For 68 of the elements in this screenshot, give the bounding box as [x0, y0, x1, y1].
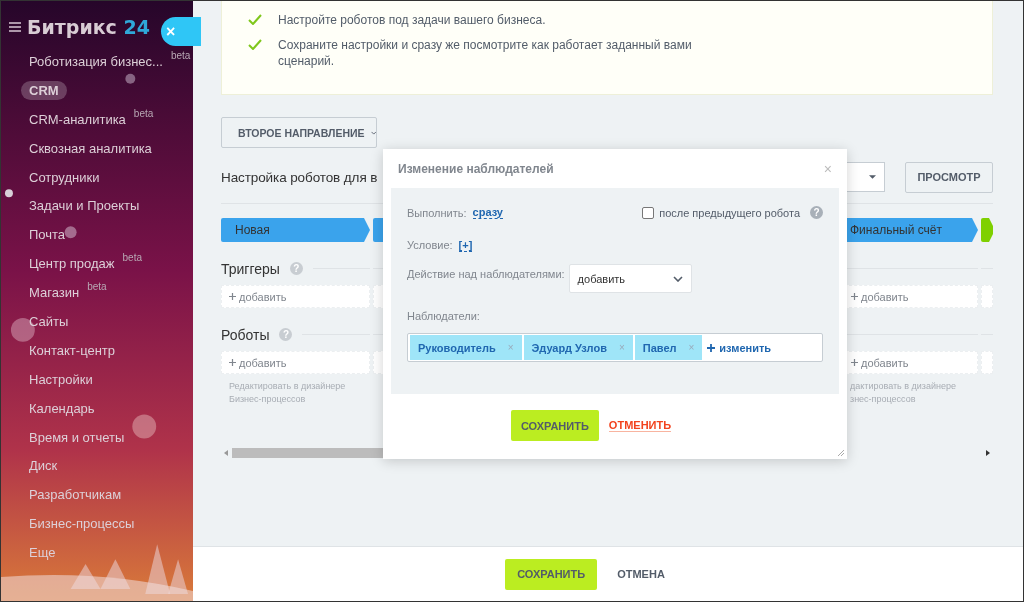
change-link[interactable]: изменить — [704, 341, 772, 354]
checkbox[interactable] — [642, 206, 655, 219]
save-button[interactable]: СОХРАНИТЬ — [510, 410, 599, 441]
field-label: Действие над наблюдателями: — [407, 268, 565, 280]
stage-tab[interactable] — [981, 218, 993, 242]
page-title: Настройка роботов для в — [221, 169, 378, 185]
cancel-link[interactable]: ОТМЕНИТЬ — [608, 419, 672, 432]
dialog-title: Изменение наблюдателей — [398, 161, 554, 176]
plus-icon — [851, 359, 858, 366]
caret-icon — [869, 174, 876, 179]
save-button[interactable]: СОХРАНИТЬ — [505, 558, 598, 590]
menu-item[interactable]: CRM-аналитика — [21, 109, 134, 129]
menu-item[interactable]: Сайты — [21, 311, 77, 331]
beta-label: beta — [170, 50, 191, 61]
menu-icon[interactable] — [9, 22, 21, 32]
section-heading: Триггеры — [221, 261, 280, 277]
add-robot-button[interactable]: добавить — [221, 351, 370, 374]
menu-item[interactable]: Еще — [21, 543, 64, 563]
menu-item[interactable]: Сквозная аналитика — [21, 138, 160, 158]
menu-item[interactable]: Центр продаж — [21, 254, 123, 274]
plus-icon — [229, 359, 236, 366]
add-condition-link[interactable]: [+] — [458, 238, 473, 252]
user-name: Павел — [642, 341, 677, 354]
action-select[interactable]: добавить — [568, 264, 692, 293]
preview-button[interactable]: ПРОСМОТР — [905, 161, 993, 193]
caret-icon — [370, 129, 376, 136]
user-tag[interactable]: Павел × — [634, 335, 703, 360]
user-name: Руководитель — [418, 341, 496, 354]
checkbox-label[interactable]: после предыдущего робота — [659, 206, 800, 219]
menu-item[interactable]: Бизнес-процессы — [21, 514, 143, 534]
direction-dropdown[interactable]: ВТОРОЕ НАПРАВЛЕНИЕ — [221, 117, 377, 148]
field-label: Выполнить: — [407, 206, 467, 219]
user-tag[interactable]: Руководитель × — [410, 335, 522, 360]
plus-icon — [707, 343, 716, 352]
check-icon — [248, 39, 262, 50]
user-tag[interactable]: Эдуард Узлов × — [523, 335, 633, 360]
menu-item[interactable]: Сотрудники — [21, 167, 108, 187]
menu-item[interactable]: Задачи и Проекты — [21, 196, 148, 216]
menu-item[interactable]: Разработчикам — [21, 485, 130, 505]
stage-tab[interactable]: Новая — [221, 218, 370, 242]
section-heading: Роботы — [221, 327, 270, 343]
timing-link[interactable]: сразу — [472, 206, 503, 219]
beta-label: beta — [133, 107, 154, 119]
field-label: Условие: — [407, 239, 453, 251]
menu-item[interactable]: Время и отчеты — [21, 427, 133, 447]
beta-label: beta — [122, 252, 143, 264]
menu-item[interactable]: Контакт-центр — [21, 340, 124, 360]
cancel-button[interactable]: ОТМЕНА — [611, 567, 671, 581]
beta-label: beta — [87, 281, 107, 293]
add-trigger-button[interactable]: добавить — [221, 285, 370, 308]
tip-text: Сохраните настройки и сразу же посмотрите как работает заданный вами сценарий. — [278, 37, 693, 69]
resize-grip-icon[interactable] — [837, 449, 845, 457]
menu-item[interactable]: CRM — [21, 80, 67, 100]
chevron-down-icon — [672, 275, 683, 282]
plus-icon — [229, 293, 236, 300]
tip-text: Настройте роботов под задачи вашего бизнеса. — [278, 12, 547, 28]
observers-field[interactable]: Руководитель × Эдуард Узлов × Павел × изменить — [407, 333, 823, 362]
field-label: Наблюдатели: — [407, 310, 481, 322]
menu-item[interactable]: Почта — [21, 225, 74, 245]
plus-icon — [851, 293, 858, 300]
menu-item[interactable]: Настройки — [21, 369, 101, 389]
logo[interactable]: Битрикс 24 — [27, 16, 150, 38]
user-name: Эдуард Узлов — [531, 341, 607, 354]
check-icon — [248, 14, 262, 25]
menu-item[interactable]: Диск — [21, 456, 66, 476]
menu-item[interactable]: Календарь — [21, 398, 103, 418]
menu-item[interactable]: Роботизация бизнес... — [21, 51, 171, 71]
menu-item[interactable]: Магазин — [21, 283, 88, 303]
